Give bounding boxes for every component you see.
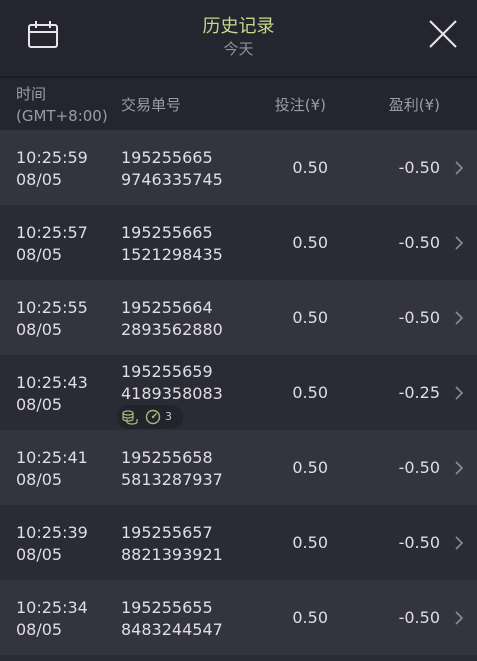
row-bet: 0.50 [292, 308, 328, 327]
header: 历史记录 今天 [0, 0, 477, 78]
row-bet: 0.50 [292, 383, 328, 402]
row-time: 10:25:39 08/05 [16, 523, 88, 564]
history-row[interactable]: 10:25:39 08/05 195255657 8821393921 0.50 -… [0, 505, 477, 580]
page-title: 历史记录 [202, 16, 275, 37]
chevron-right-icon [455, 461, 464, 475]
history-row[interactable]: 10:25:59 08/05 195255665 9746335745 0.50 -… [0, 130, 477, 205]
column-header: 时间 (GMT+8:00) 交易单号 投注(¥) 盈利(¥) [0, 78, 477, 130]
page-subtitle: 今天 [223, 40, 254, 58]
row-profit: -0.50 [398, 608, 440, 627]
gauge-icon [145, 409, 161, 425]
row-profit: -0.50 [398, 458, 440, 477]
history-row[interactable]: 10:25:57 08/05 195255665 1521298435 0.50 -… [0, 205, 477, 280]
row-profit: -0.25 [398, 383, 440, 402]
row-time: 10:25:41 08/05 [16, 448, 88, 489]
history-row[interactable]: 10:25:55 08/05 195255664 2893562880 0.50 -… [0, 280, 477, 355]
coins-icon [122, 410, 138, 425]
bonus-badge: 3 [117, 405, 183, 429]
row-transaction-id: 195255657 8821393921 [121, 523, 223, 564]
column-time: 时间 (GMT+8:00) [16, 83, 108, 127]
row-time: 10:25:57 08/05 [16, 223, 88, 264]
history-row[interactable]: 10:25:43 08/05 195255659 4189358083 3 0.50… [0, 355, 477, 430]
column-profit: 盈利(¥) [388, 96, 440, 114]
row-bet: 0.50 [292, 608, 328, 627]
row-transaction-id: 195255665 1521298435 [121, 223, 223, 264]
close-icon [429, 20, 457, 48]
row-profit: -0.50 [398, 233, 440, 252]
column-time-label: 时间 [16, 85, 47, 103]
row-bet: 0.50 [292, 458, 328, 477]
row-transaction-id: 195255665 9746335745 [121, 148, 223, 189]
row-profit: -0.50 [398, 308, 440, 327]
history-row[interactable]: 10:25:34 08/05 195255655 8483244547 0.50 -… [0, 580, 477, 655]
close-button[interactable] [427, 18, 459, 50]
row-bet: 0.50 [292, 533, 328, 552]
row-transaction-id: 195255655 8483244547 [121, 598, 223, 639]
column-time-zone: (GMT+8:00) [16, 107, 108, 125]
row-transaction-id: 195255658 5813287937 [121, 448, 223, 489]
row-time: 10:25:43 08/05 [16, 373, 88, 414]
row-profit: -0.50 [398, 158, 440, 177]
row-time: 10:25:55 08/05 [16, 298, 88, 339]
history-list: 10:25:59 08/05 195255665 9746335745 0.50 -… [0, 130, 477, 655]
row-time: 10:25:34 08/05 [16, 598, 88, 639]
title-block: 历史记录 今天 [0, 15, 477, 59]
chevron-right-icon [455, 161, 464, 175]
row-profit: -0.50 [398, 533, 440, 552]
row-bet: 0.50 [292, 158, 328, 177]
row-transaction-id: 195255659 4189358083 [121, 362, 223, 403]
chevron-right-icon [455, 236, 464, 250]
bonus-count: 3 [165, 410, 172, 423]
row-bet: 0.50 [292, 233, 328, 252]
history-row[interactable]: 10:25:41 08/05 195255658 5813287937 0.50 -… [0, 430, 477, 505]
row-time: 10:25:59 08/05 [16, 148, 88, 189]
chevron-right-icon [455, 386, 464, 400]
chevron-right-icon [455, 536, 464, 550]
row-transaction-id: 195255664 2893562880 [121, 298, 223, 339]
column-id: 交易单号 [121, 96, 182, 114]
chevron-right-icon [455, 311, 464, 325]
column-bet: 投注(¥) [274, 96, 326, 114]
chevron-right-icon [455, 611, 464, 625]
